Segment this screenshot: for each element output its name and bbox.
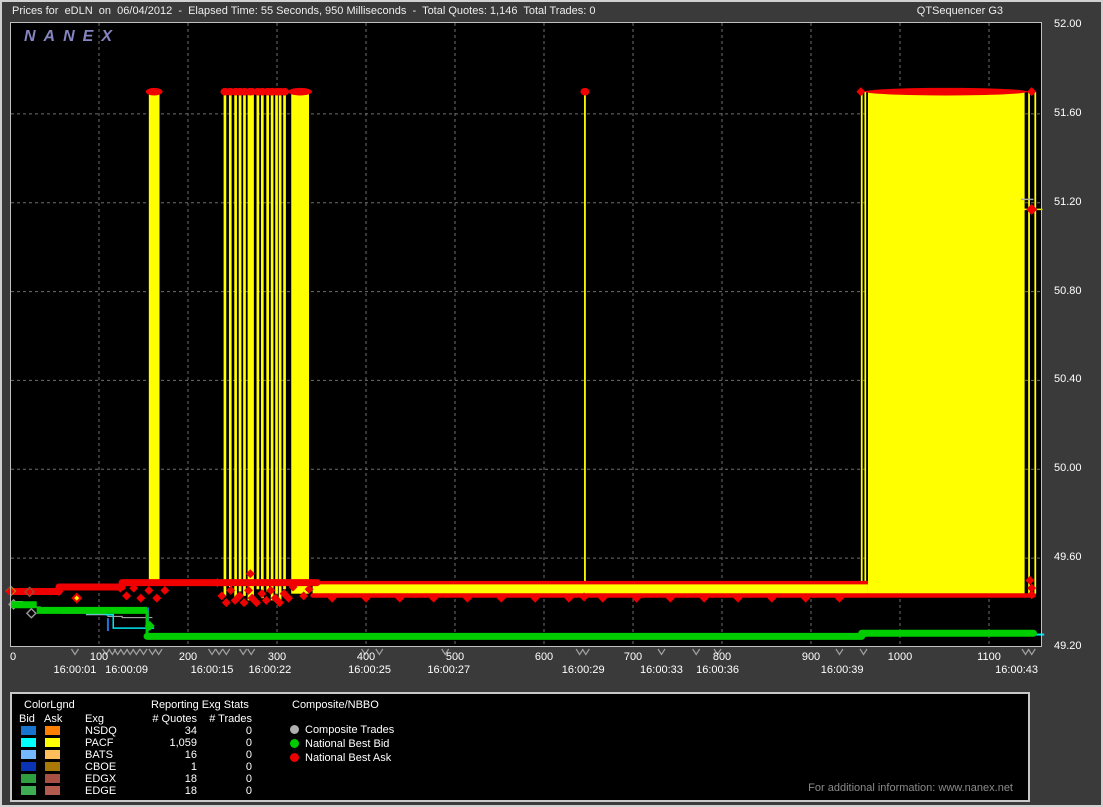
exchange-name: NSDQ <box>85 725 117 737</box>
y-axis-tick-label: 51.20 <box>1054 196 1082 208</box>
footer-note: For additional information: www.nanex.ne… <box>808 782 1013 794</box>
x-axis-tick-label: 1100 <box>977 651 1001 663</box>
exchange-name: CBOE <box>85 761 116 773</box>
y-axis-tick-label: 49.60 <box>1054 551 1082 563</box>
y-axis-tick-label: 51.60 <box>1054 107 1082 119</box>
x-axis-tick-label: 300 <box>268 651 286 663</box>
x-axis-timestamp: 16:00:43 <box>995 664 1038 676</box>
window-title: Prices for eDLN on 06/04/2012 - Elapsed … <box>12 5 596 17</box>
title-bar: Prices for eDLN on 06/04/2012 - Elapsed … <box>2 2 1101 20</box>
nbbo-item-label: National Best Bid <box>305 738 389 750</box>
nbbo-marker-icon <box>290 725 299 734</box>
trade-count: 0 <box>187 773 252 785</box>
ask-color-swatch <box>45 750 60 759</box>
x-axis-tick-label: 800 <box>713 651 731 663</box>
x-axis-tick-label: 200 <box>179 651 197 663</box>
nbbo-item-label: Composite Trades <box>305 724 394 736</box>
nbbo-legend-title: Composite/NBBO <box>292 699 379 711</box>
y-axis-tick-label: 49.20 <box>1054 640 1082 652</box>
x-axis-tick-label: 500 <box>446 651 464 663</box>
bid-color-swatch <box>21 774 36 783</box>
exchange-name: EDGX <box>85 773 116 785</box>
price-chart[interactable] <box>10 22 1042 662</box>
x-axis-timestamp: 16:00:33 <box>640 664 683 676</box>
nbbo-marker-icon <box>290 753 299 762</box>
ask-color-swatch <box>45 774 60 783</box>
y-axis-tick-label: 50.40 <box>1054 373 1082 385</box>
x-axis-tick-label: 1000 <box>888 651 912 663</box>
ask-color-swatch <box>45 738 60 747</box>
x-axis-tick-label: 400 <box>357 651 375 663</box>
exchange-name: BATS <box>85 749 113 761</box>
col-header-exg: Exg <box>85 713 104 725</box>
x-axis-tick-label: 700 <box>624 651 642 663</box>
trade-count: 0 <box>187 749 252 761</box>
bid-color-swatch <box>21 726 36 735</box>
x-axis-timestamp: 16:00:09 <box>105 664 148 676</box>
chart-plot-area[interactable]: NANEX <box>10 22 1042 647</box>
qtsequencer-window: Prices for eDLN on 06/04/2012 - Elapsed … <box>0 0 1103 807</box>
x-axis-timestamp: 16:00:15 <box>191 664 234 676</box>
x-axis-timestamp: 16:00:27 <box>427 664 470 676</box>
ask-color-swatch <box>45 762 60 771</box>
x-axis-tick-label: 900 <box>802 651 820 663</box>
color-legend-title: ColorLgnd <box>24 699 75 711</box>
x-axis-tick-label: 0 <box>10 651 16 663</box>
ask-color-swatch <box>45 726 60 735</box>
ask-color-swatch <box>45 786 60 795</box>
exchange-name: PACF <box>85 737 114 749</box>
col-header-bid: Bid <box>19 713 35 725</box>
y-axis-tick-label: 50.80 <box>1054 285 1082 297</box>
x-axis-tick-label: 600 <box>535 651 553 663</box>
reporting-stats-title: Reporting Exg Stats <box>151 699 249 711</box>
x-axis-timestamp: 16:00:39 <box>821 664 864 676</box>
trade-count: 0 <box>187 761 252 773</box>
legend-panel: ColorLgnd Reporting Exg Stats Composite/… <box>10 692 1030 802</box>
x-axis-timestamp: 16:00:22 <box>248 664 291 676</box>
nbbo-item-label: National Best Ask <box>305 752 391 764</box>
trade-count: 0 <box>187 737 252 749</box>
bid-color-swatch <box>21 738 36 747</box>
x-axis-timestamp: 16:00:25 <box>348 664 391 676</box>
bid-color-swatch <box>21 786 36 795</box>
bid-color-swatch <box>21 750 36 759</box>
col-header-trades: # Trades <box>187 713 252 725</box>
x-axis-timestamp: 16:00:36 <box>696 664 739 676</box>
trade-count: 0 <box>187 785 252 797</box>
trade-count: 0 <box>187 725 252 737</box>
exchange-name: EDGE <box>85 785 116 797</box>
y-axis-tick-label: 50.00 <box>1054 462 1082 474</box>
nbbo-marker-icon <box>290 739 299 748</box>
x-axis-timestamp: 16:00:29 <box>562 664 605 676</box>
col-header-ask: Ask <box>44 713 62 725</box>
x-axis-timestamp: 16:00:01 <box>54 664 97 676</box>
y-axis-tick-label: 52.00 <box>1054 18 1082 30</box>
bid-color-swatch <box>21 762 36 771</box>
app-name: QTSequencer G3 <box>917 5 1003 17</box>
x-axis-tick-label: 100 <box>90 651 108 663</box>
